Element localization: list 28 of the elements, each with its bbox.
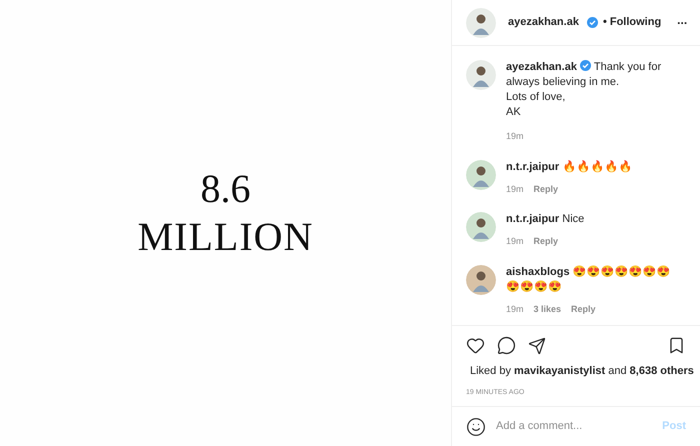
avatar[interactable]	[466, 264, 496, 294]
avatar[interactable]	[466, 212, 496, 242]
comment-text: n.t.r.jaipur 🔥🔥🔥🔥🔥	[506, 160, 634, 174]
follow-status[interactable]: • Following	[602, 14, 662, 31]
caption-text: ayezakhan.ak Thank you for always believing in me. Lots of love, AK	[506, 60, 662, 120]
like-icon[interactable]	[466, 336, 485, 355]
comment-text: n.t.r.jaipur Nice	[506, 212, 586, 227]
comment-input[interactable]: Add a comment...	[496, 418, 652, 435]
comment-time: 19m	[506, 235, 524, 248]
reply-link[interactable]: Reply	[534, 235, 558, 248]
comment-time: 19m	[506, 302, 524, 316]
reply-link[interactable]: Reply	[534, 182, 558, 196]
comment-likes[interactable]: 3 likes	[534, 302, 562, 316]
comment-time: 19m	[506, 182, 524, 196]
caption-time: 19m	[506, 130, 525, 143]
emoji-icon[interactable]	[466, 416, 486, 436]
image-number: 8.6	[200, 165, 250, 213]
reply-link[interactable]: Reply	[571, 302, 596, 316]
share-icon[interactable]	[528, 336, 546, 354]
more-options-button[interactable]: ...	[677, 14, 688, 32]
avatar[interactable]	[466, 8, 496, 38]
avatar[interactable]	[466, 160, 496, 190]
avatar[interactable]	[466, 60, 496, 90]
comment-text: aishaxblogs 😍😍😍😍😍😍😍😍😍😍😍	[506, 264, 672, 294]
image-word: MILLION	[138, 213, 314, 261]
comment-icon[interactable]	[497, 336, 516, 355]
username-link[interactable]: ayezakhan.ak	[508, 14, 579, 31]
likes-text: Liked by mavikayanistylist and 8,638 others	[470, 364, 694, 379]
